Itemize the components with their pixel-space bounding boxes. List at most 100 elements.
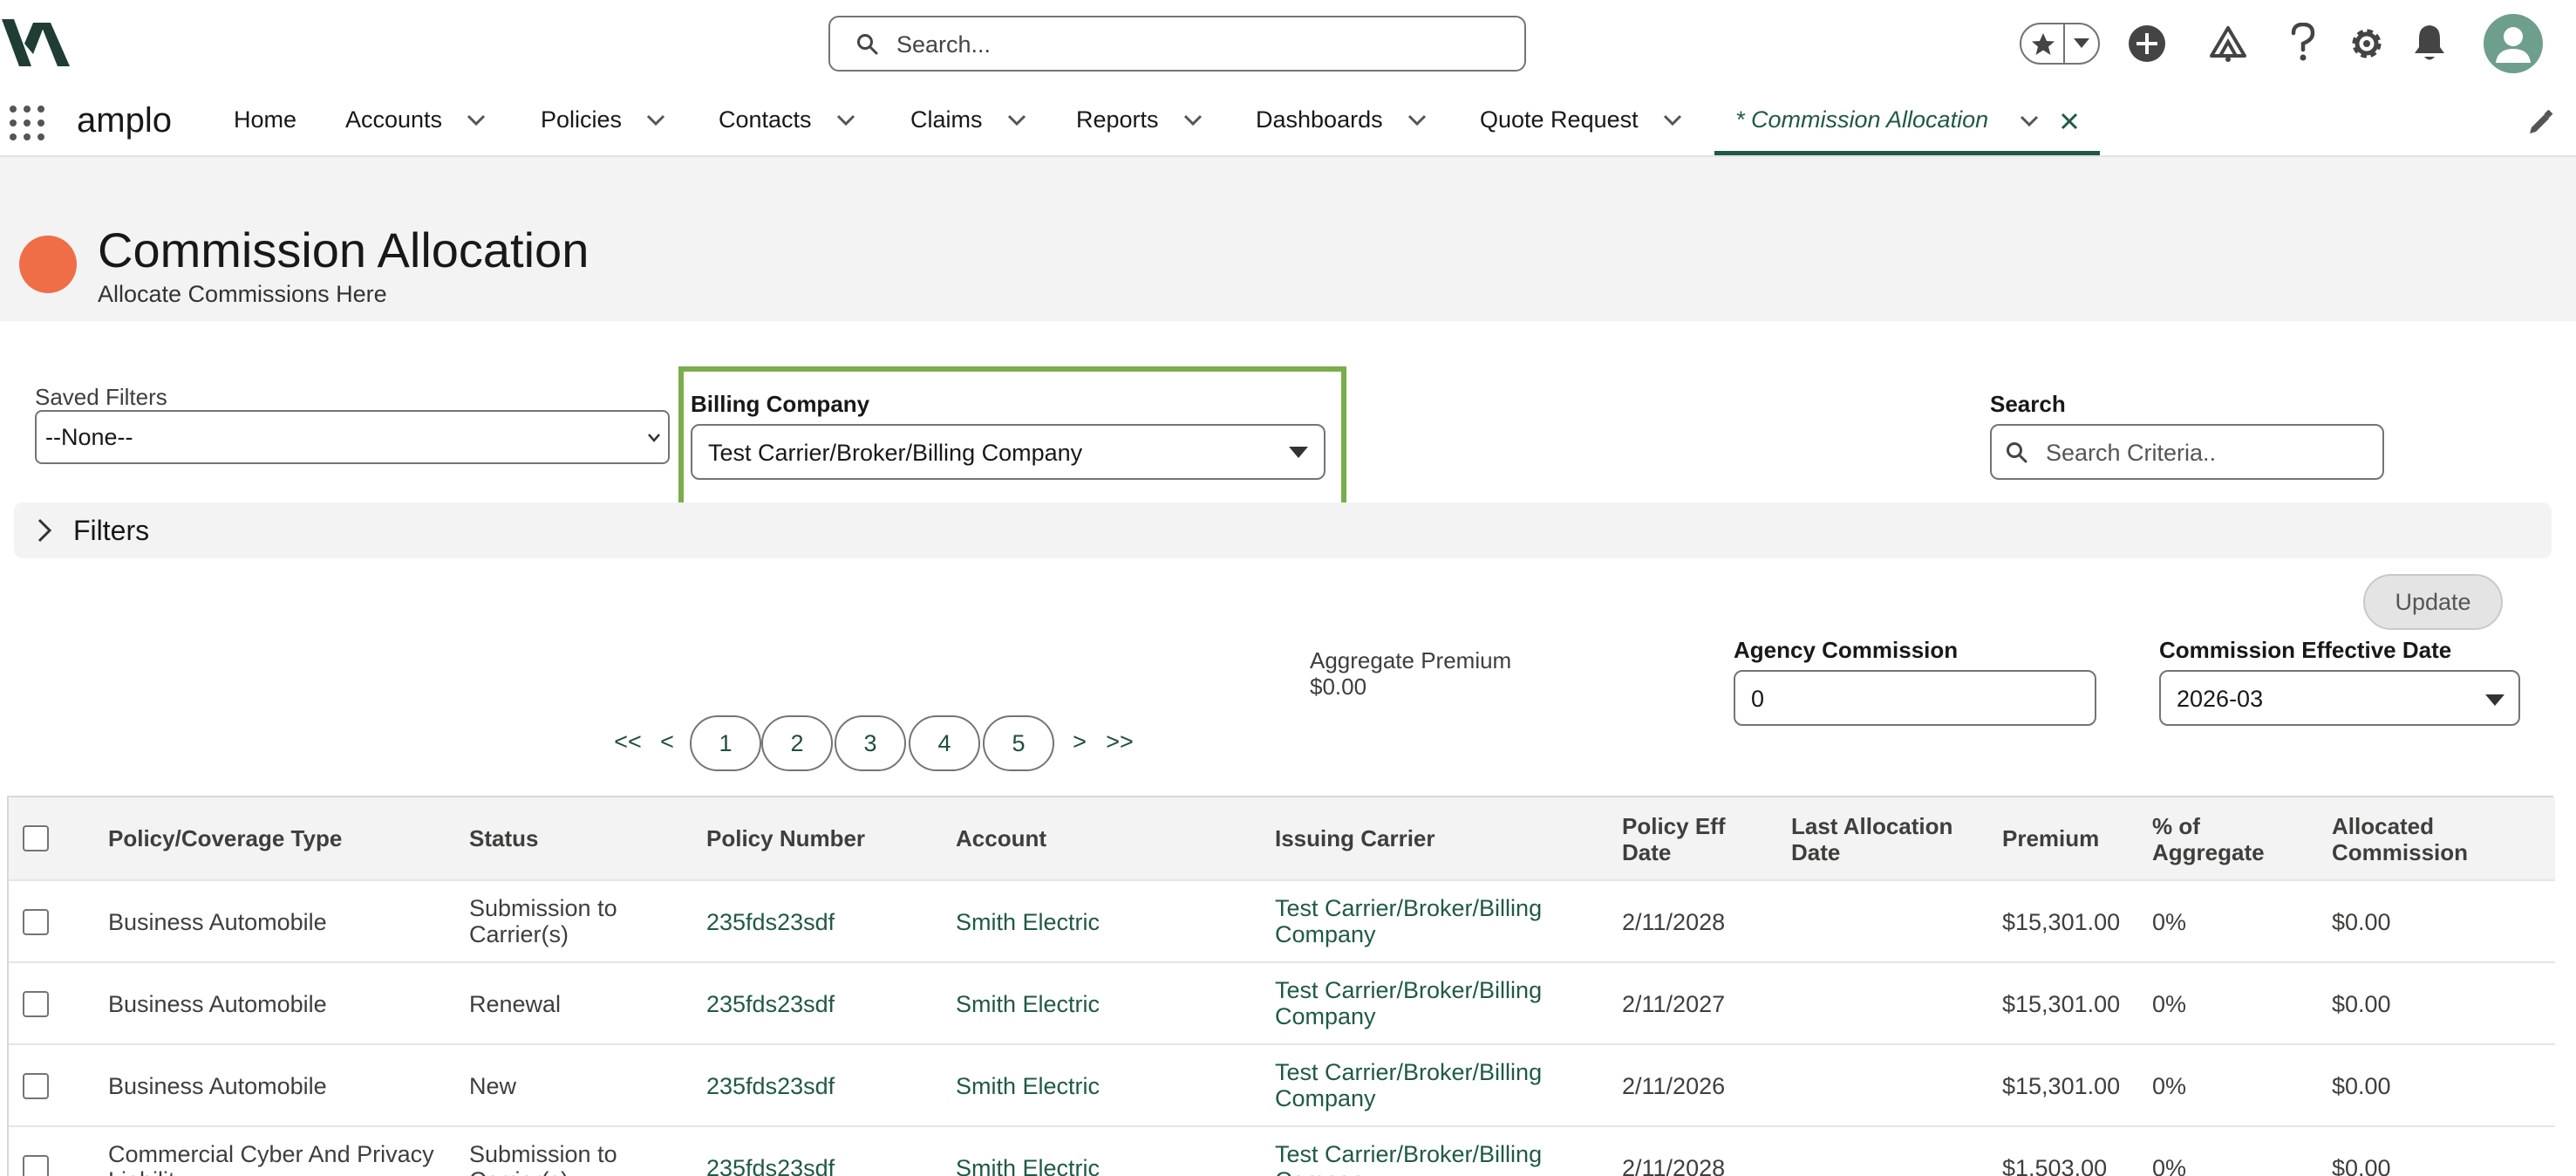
chevron-down-icon[interactable] <box>467 114 486 126</box>
chevron-down-icon <box>648 434 660 442</box>
effective-date-select[interactable]: 2026-03 <box>2159 670 2520 726</box>
pagination-page-1[interactable]: 1 <box>690 715 761 771</box>
notification-bell-icon[interactable] <box>2412 23 2447 63</box>
pagination-prev[interactable]: < <box>658 715 677 771</box>
cell-type: Commercial Cyber And Privacy Liability <box>108 1141 434 1176</box>
pagination-first[interactable]: << <box>610 715 645 771</box>
cell-premium: $15,301.00 <box>2002 909 2121 935</box>
chevron-down-icon[interactable] <box>646 114 665 126</box>
col-issuing-carrier[interactable]: Issuing Carrier <box>1275 825 1435 851</box>
aggregate-premium-label: Aggregate Premium <box>1310 647 1512 673</box>
effective-date-value: 2026-03 <box>2177 686 2264 712</box>
chevron-down-icon[interactable] <box>1663 114 1682 126</box>
cell-eff-date: 2/11/2026 <box>1622 1073 1726 1099</box>
col-status[interactable]: Status <box>469 825 538 851</box>
search-icon <box>857 34 878 55</box>
nav-item-home[interactable]: Home <box>234 106 296 133</box>
update-button[interactable]: Update <box>2363 574 2503 630</box>
help-icon[interactable] <box>2290 23 2316 63</box>
search-criteria-input[interactable]: Search Criteria.. <box>1990 424 2384 480</box>
col-type[interactable]: Policy/Coverage Type <box>108 825 342 851</box>
col-pct-aggregate[interactable]: % of Aggregate <box>2152 813 2300 865</box>
page-record-icon <box>19 236 77 293</box>
cell-carrier-link[interactable]: Test Carrier/Broker/Billing Company <box>1275 977 1563 1029</box>
favorites-star-icon <box>2032 33 2055 55</box>
cell-account-link[interactable]: Smith Electric <box>956 1155 1100 1176</box>
pagination-last[interactable]: >> <box>1101 715 1139 771</box>
row-checkbox[interactable] <box>23 909 49 935</box>
page-subtitle: Allocate Commissions Here <box>98 281 387 307</box>
chevron-down-icon[interactable] <box>1007 114 1026 126</box>
chevron-down-icon[interactable] <box>1183 114 1203 126</box>
user-avatar-icon[interactable] <box>2484 14 2543 73</box>
chevron-down-icon[interactable] <box>836 114 855 126</box>
col-last-allocation-date[interactable]: Last Allocation Date <box>1791 813 1983 865</box>
cell-alloc-comm: $0.00 <box>2332 1155 2391 1176</box>
cell-carrier-link[interactable]: Test Carrier/Broker/Billing Company <box>1275 895 1563 947</box>
edit-pencil-icon[interactable] <box>2527 110 2553 136</box>
favorites-dropdown-icon[interactable] <box>2074 38 2089 49</box>
agency-commission-input[interactable]: 0 <box>1734 670 2096 726</box>
cell-policy-number-link[interactable]: 235fds23sdf <box>706 1073 835 1099</box>
pagination-next[interactable]: > <box>1067 715 1092 771</box>
pagination-page-5[interactable]: 5 <box>983 715 1054 771</box>
cell-status: Submission to Carrier(s) <box>469 895 617 947</box>
pagination-page-2[interactable]: 2 <box>761 715 833 771</box>
billing-company-select[interactable]: Test Carrier/Broker/Billing Company <box>691 424 1325 480</box>
cell-type: Business Automobile <box>108 909 327 935</box>
cell-account-link[interactable]: Smith Electric <box>956 909 1100 935</box>
trailhead-icon[interactable] <box>2208 24 2248 63</box>
cell-carrier-link[interactable]: Test Carrier/Broker/Billing Company <box>1275 1141 1563 1176</box>
dropdown-arrow-icon <box>1289 447 1308 458</box>
saved-filters-value: --None-- <box>45 424 133 450</box>
cell-carrier-link[interactable]: Test Carrier/Broker/Billing Company <box>1275 1059 1563 1111</box>
nav-item-reports[interactable]: Reports <box>1076 106 1203 133</box>
settings-gear-icon[interactable] <box>2348 24 2386 63</box>
cell-status: Submission to Carrier(s) <box>469 1141 617 1176</box>
nav-item-claims[interactable]: Claims <box>910 106 1026 133</box>
nav-item-contacts[interactable]: Contacts <box>719 106 855 133</box>
cell-status: Renewal <box>469 991 562 1017</box>
cell-type: Business Automobile <box>108 1073 327 1099</box>
row-checkbox[interactable] <box>23 1155 49 1176</box>
filters-section-toggle[interactable]: Filters <box>14 503 2552 558</box>
global-search-input[interactable]: Search... <box>828 16 1526 72</box>
chevron-down-icon[interactable] <box>2020 115 2039 127</box>
cell-policy-number-link[interactable]: 235fds23sdf <box>706 1155 835 1176</box>
cell-pct: 0% <box>2152 909 2187 935</box>
close-icon[interactable] <box>2060 112 2079 131</box>
nav-item-accounts[interactable]: Accounts <box>345 106 486 133</box>
search-icon <box>2007 442 2027 463</box>
pagination-page-4[interactable]: 4 <box>909 715 980 771</box>
col-policy-number[interactable]: Policy Number <box>706 825 865 851</box>
row-checkbox[interactable] <box>23 1073 49 1099</box>
cell-policy-number-link[interactable]: 235fds23sdf <box>706 909 835 935</box>
chevron-right-icon <box>37 518 52 543</box>
col-policy-eff-date[interactable]: Policy Eff Date <box>1622 813 1753 865</box>
app-nav-bar: amplo Home Accounts Policies Contacts Cl… <box>0 87 2576 157</box>
cell-pct: 0% <box>2152 1155 2187 1176</box>
nav-item-policies[interactable]: Policies <box>541 106 665 133</box>
col-premium[interactable]: Premium <box>2002 825 2099 851</box>
logo-icon[interactable] <box>2 19 70 66</box>
chevron-down-icon[interactable] <box>1407 114 1427 126</box>
pagination-page-3[interactable]: 3 <box>835 715 906 771</box>
col-allocated-commission[interactable]: Allocated Commission <box>2332 813 2506 865</box>
app-launcher-icon[interactable] <box>9 105 45 141</box>
select-all-checkbox[interactable] <box>23 825 49 851</box>
favorites-button[interactable] <box>2020 23 2100 65</box>
cell-policy-number-link[interactable]: 235fds23sdf <box>706 991 835 1017</box>
nav-item-label: Quote Request <box>1480 106 1639 133</box>
nav-item-dashboards[interactable]: Dashboards <box>1256 106 1427 133</box>
cell-account-link[interactable]: Smith Electric <box>956 1073 1100 1099</box>
saved-filters-select[interactable]: --None-- <box>35 410 670 464</box>
cell-alloc-comm: $0.00 <box>2332 909 2391 935</box>
cell-account-link[interactable]: Smith Electric <box>956 991 1100 1017</box>
row-checkbox[interactable] <box>23 991 49 1017</box>
billing-company-label: Billing Company <box>691 391 870 417</box>
table-header: Policy/Coverage Type Status Policy Numbe… <box>9 797 2555 881</box>
nav-item-quote-request[interactable]: Quote Request <box>1480 106 1682 133</box>
tab-commission-allocation[interactable]: * Commission Allocation <box>1714 87 2100 155</box>
col-account[interactable]: Account <box>956 825 1046 851</box>
add-icon[interactable] <box>2128 24 2166 63</box>
